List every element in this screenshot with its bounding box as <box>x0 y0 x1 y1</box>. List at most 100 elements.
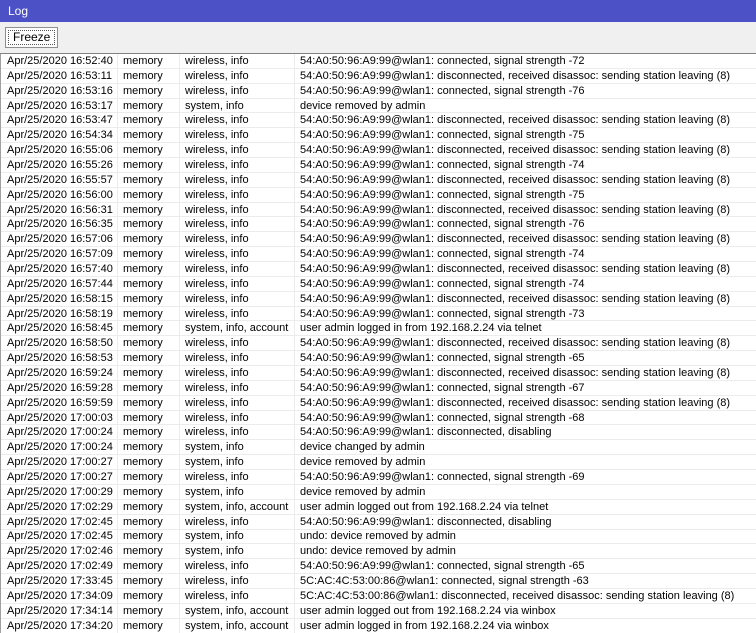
log-message: 54:A0:50:96:A9:99@wlan1: connected, sign… <box>300 560 585 573</box>
log-row[interactable]: Apr/25/2020 16:58:50 memory wireless, in… <box>1 336 756 352</box>
log-time: Apr/25/2020 16:58:19 <box>1 306 118 321</box>
log-row[interactable]: Apr/25/2020 16:55:57 memory wireless, in… <box>1 172 756 188</box>
log-row[interactable]: Apr/25/2020 16:58:45 memory system, info… <box>1 321 756 337</box>
log-message: 54:A0:50:96:A9:99@wlan1: disconnected, r… <box>300 292 731 305</box>
log-row[interactable]: Apr/25/2020 17:02:49 memory wireless, in… <box>1 559 756 575</box>
log-time: Apr/25/2020 17:02:49 <box>1 559 118 574</box>
log-topics: system, info, account <box>180 321 295 336</box>
log-row[interactable]: Apr/25/2020 16:53:16 memory wireless, in… <box>1 83 756 99</box>
log-row[interactable]: Apr/25/2020 17:02:45 memory wireless, in… <box>1 514 756 530</box>
log-row[interactable]: Apr/25/2020 16:59:24 memory wireless, in… <box>1 366 756 381</box>
log-buffer: memory <box>118 276 180 291</box>
log-row[interactable]: Apr/25/2020 17:34:20 memory system, info… <box>1 618 756 633</box>
log-message: 54:A0:50:96:A9:99@wlan1: disconnected, d… <box>300 515 552 528</box>
log-buffer: memory <box>118 395 180 410</box>
log-buffer: memory <box>118 172 180 187</box>
log-topics: system, info <box>180 529 295 544</box>
log-row[interactable]: Apr/25/2020 16:59:59 memory wireless, in… <box>1 395 756 411</box>
log-message: 54:A0:50:96:A9:99@wlan1: disconnected, r… <box>300 144 731 157</box>
log-message: 54:A0:50:96:A9:99@wlan1: connected, sign… <box>300 277 585 290</box>
log-row[interactable]: Apr/25/2020 16:55:26 memory wireless, in… <box>1 158 756 173</box>
log-row[interactable]: Apr/25/2020 16:56:00 memory wireless, in… <box>1 187 756 203</box>
log-topics: system, info <box>180 455 295 470</box>
toolbar: Freeze <box>0 22 756 54</box>
log-message: 54:A0:50:96:A9:99@wlan1: disconnected, r… <box>300 233 731 246</box>
log-row[interactable]: Apr/25/2020 17:34:14 memory system, info… <box>1 603 756 619</box>
log-buffer: memory <box>118 410 180 425</box>
log-buffer: memory <box>118 588 180 603</box>
log-time: Apr/25/2020 17:34:20 <box>1 618 118 633</box>
log-row[interactable]: Apr/25/2020 17:33:45 memory wireless, in… <box>1 574 756 589</box>
log-time: Apr/25/2020 16:56:35 <box>1 217 118 232</box>
log-row[interactable]: Apr/25/2020 16:58:15 memory wireless, in… <box>1 291 756 307</box>
log-time: Apr/25/2020 17:00:24 <box>1 425 118 440</box>
log-row[interactable]: Apr/25/2020 16:53:47 memory wireless, in… <box>1 113 756 129</box>
log-row[interactable]: Apr/25/2020 16:55:06 memory wireless, in… <box>1 143 756 159</box>
log-topics: system, info, account <box>180 603 295 618</box>
log-row[interactable]: Apr/25/2020 17:00:24 memory wireless, in… <box>1 425 756 441</box>
log-topics: system, info, account <box>180 499 295 514</box>
log-buffer: memory <box>118 440 180 455</box>
log-message: 54:A0:50:96:A9:99@wlan1: connected, sign… <box>300 54 585 67</box>
log-topics: wireless, info <box>180 574 295 588</box>
log-row[interactable]: Apr/25/2020 16:57:06 memory wireless, in… <box>1 232 756 248</box>
log-row[interactable]: Apr/25/2020 16:57:44 memory wireless, in… <box>1 276 756 292</box>
log-time: Apr/25/2020 16:54:34 <box>1 128 118 143</box>
log-row[interactable]: Apr/25/2020 16:57:09 memory wireless, in… <box>1 247 756 263</box>
log-buffer: memory <box>118 113 180 128</box>
log-message: 54:A0:50:96:A9:99@wlan1: disconnected, r… <box>300 396 731 409</box>
log-row[interactable]: Apr/25/2020 16:59:28 memory wireless, in… <box>1 380 756 396</box>
log-row[interactable]: Apr/25/2020 16:56:31 memory wireless, in… <box>1 202 756 218</box>
log-message: 54:A0:50:96:A9:99@wlan1: connected, sign… <box>300 129 585 142</box>
log-buffer: memory <box>118 232 180 247</box>
log-buffer: memory <box>118 380 180 395</box>
log-time: Apr/25/2020 16:59:28 <box>1 380 118 395</box>
log-time: Apr/25/2020 17:00:27 <box>1 470 118 484</box>
log-time: Apr/25/2020 16:59:59 <box>1 395 118 410</box>
log-row[interactable]: Apr/25/2020 16:56:35 memory wireless, in… <box>1 217 756 233</box>
log-row[interactable]: Apr/25/2020 16:52:40 memory wireless, in… <box>1 54 756 69</box>
log-buffer: memory <box>118 366 180 380</box>
log-row[interactable]: Apr/25/2020 16:58:53 memory wireless, in… <box>1 351 756 367</box>
log-message: device removed by admin <box>300 456 426 469</box>
log-row[interactable]: Apr/25/2020 16:54:34 memory wireless, in… <box>1 128 756 144</box>
log-buffer: memory <box>118 499 180 514</box>
log-row[interactable]: Apr/25/2020 17:02:46 memory system, info… <box>1 544 756 560</box>
log-message: 54:A0:50:96:A9:99@wlan1: connected, sign… <box>300 352 585 365</box>
log-message: 54:A0:50:96:A9:99@wlan1: connected, sign… <box>300 307 585 320</box>
log-topics: wireless, info <box>180 202 295 217</box>
log-message: user admin logged out from 192.168.2.24 … <box>300 500 549 513</box>
log-row[interactable]: Apr/25/2020 16:57:40 memory wireless, in… <box>1 262 756 277</box>
log-time: Apr/25/2020 16:53:16 <box>1 83 118 98</box>
log-row[interactable]: Apr/25/2020 17:02:29 memory system, info… <box>1 499 756 515</box>
log-buffer: memory <box>118 321 180 336</box>
log-row[interactable]: Apr/25/2020 16:53:17 memory system, info… <box>1 98 756 114</box>
log-table[interactable]: Apr/25/2020 16:52:40 memory wireless, in… <box>0 54 756 633</box>
log-time: Apr/25/2020 16:55:06 <box>1 143 118 158</box>
log-row[interactable]: Apr/25/2020 17:02:45 memory system, info… <box>1 529 756 545</box>
log-buffer: memory <box>118 544 180 559</box>
log-topics: wireless, info <box>180 351 295 366</box>
log-row[interactable]: Apr/25/2020 17:00:27 memory system, info… <box>1 455 756 471</box>
log-row[interactable]: Apr/25/2020 17:00:27 memory wireless, in… <box>1 470 756 485</box>
log-topics: wireless, info <box>180 247 295 262</box>
log-buffer: memory <box>118 128 180 143</box>
titlebar[interactable]: Log <box>0 0 756 22</box>
log-buffer: memory <box>118 470 180 484</box>
freeze-button[interactable]: Freeze <box>5 27 59 48</box>
log-row[interactable]: Apr/25/2020 17:00:29 memory system, info… <box>1 484 756 500</box>
log-time: Apr/25/2020 16:57:40 <box>1 262 118 276</box>
log-topics: wireless, info <box>180 380 295 395</box>
log-topics: wireless, info <box>180 54 295 68</box>
log-time: Apr/25/2020 16:55:57 <box>1 172 118 187</box>
log-row[interactable]: Apr/25/2020 17:00:24 memory system, info… <box>1 440 756 456</box>
log-row[interactable]: Apr/25/2020 17:00:03 memory wireless, in… <box>1 410 756 426</box>
log-time: Apr/25/2020 16:58:45 <box>1 321 118 336</box>
log-row[interactable]: Apr/25/2020 16:58:19 memory wireless, in… <box>1 306 756 322</box>
log-message: 54:A0:50:96:A9:99@wlan1: connected, sign… <box>300 411 585 424</box>
log-message: 54:A0:50:96:A9:99@wlan1: disconnected, r… <box>300 203 731 216</box>
log-row[interactable]: Apr/25/2020 16:53:11 memory wireless, in… <box>1 68 756 84</box>
log-buffer: memory <box>118 202 180 217</box>
log-topics: system, info, account <box>180 618 295 633</box>
log-row[interactable]: Apr/25/2020 17:34:09 memory wireless, in… <box>1 588 756 604</box>
